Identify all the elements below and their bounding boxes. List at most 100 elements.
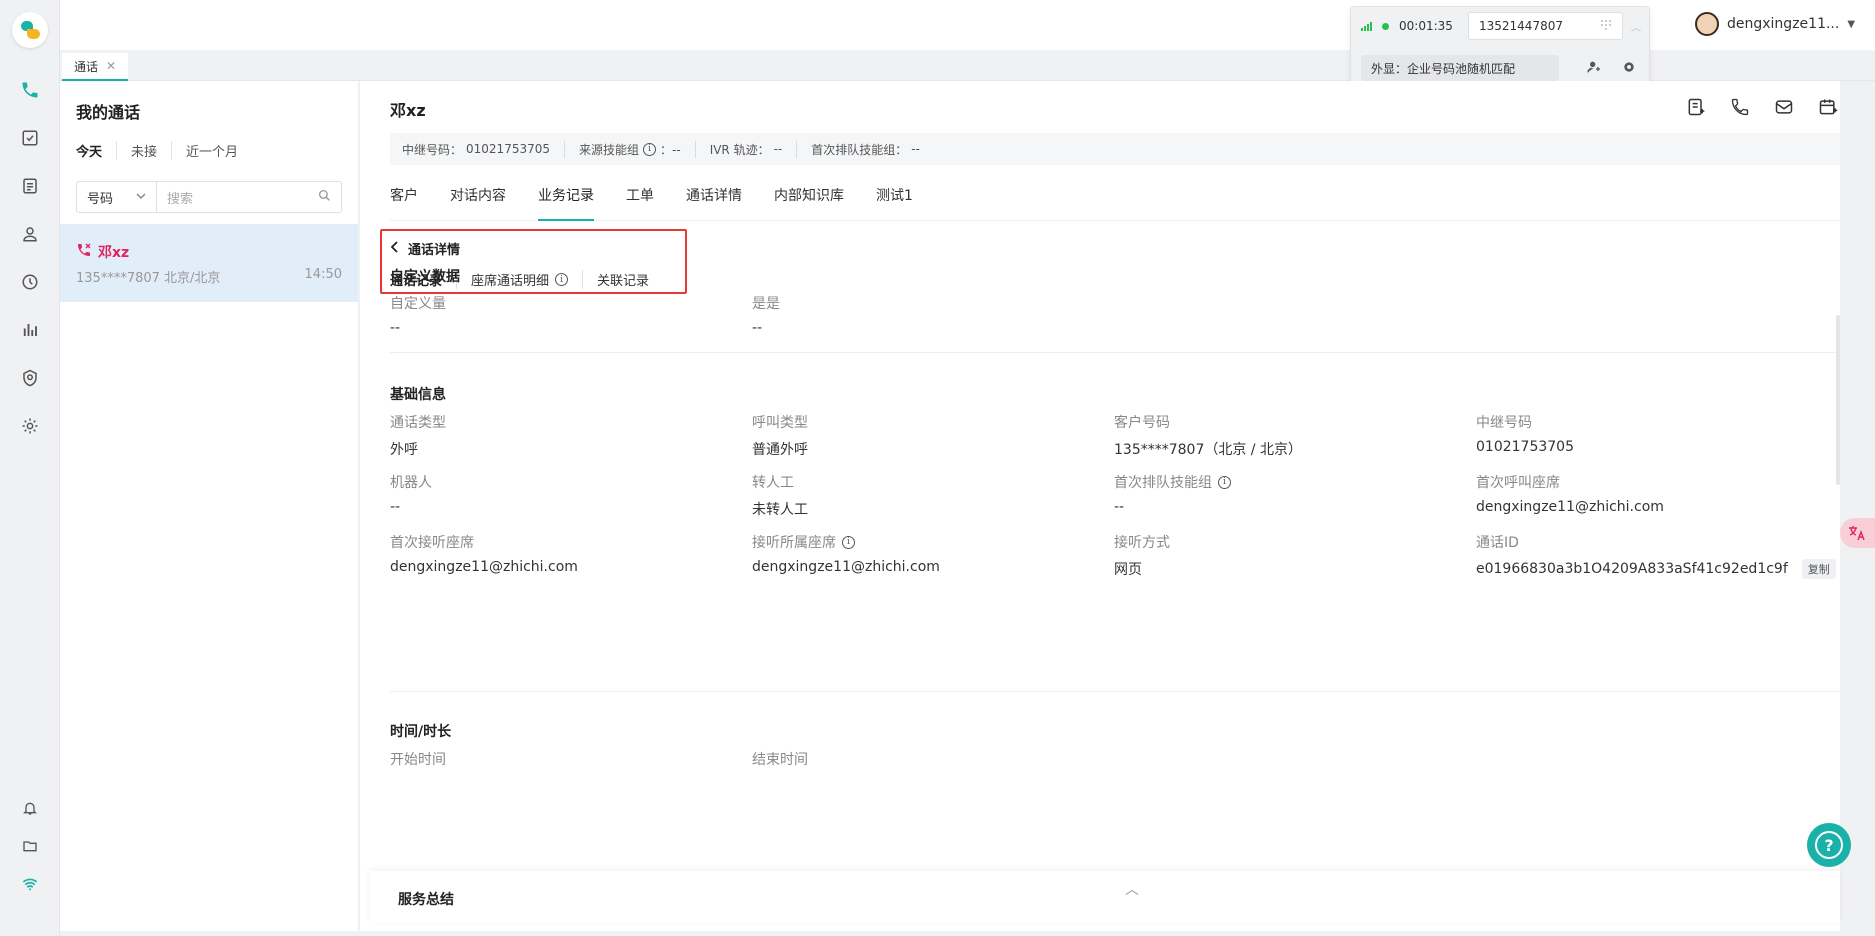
folder-icon[interactable] [18, 834, 42, 858]
user-menu[interactable]: dengxingze11... ▼ [1695, 12, 1855, 36]
field-custom-2: 是是 -- [752, 293, 780, 336]
chevron-down-icon: ▼ [1847, 18, 1856, 30]
document-icon[interactable] [18, 174, 42, 198]
phone-number-input[interactable]: 13521447807 [1468, 12, 1623, 40]
chevron-up-icon[interactable]: ︿ [1125, 879, 1139, 899]
call-icon[interactable] [1728, 95, 1752, 119]
chevron-down-icon [136, 190, 146, 205]
info-icon[interactable]: i [555, 273, 569, 286]
ivr-value: -- [773, 142, 783, 156]
status-dot [1382, 22, 1389, 30]
search-box: 号码 搜索 [76, 181, 342, 213]
tab-conversation[interactable]: 对话内容 [450, 185, 506, 221]
info-icon[interactable]: i [1218, 475, 1231, 489]
filter-today[interactable]: 今天 [76, 141, 116, 160]
tab-business-records[interactable]: 业务记录 [538, 185, 594, 221]
field-value: -- [1114, 499, 1125, 515]
field-call-type: 通话类型 外呼 [390, 412, 446, 459]
first-queue-label: 首次排队技能组： [811, 142, 908, 157]
mail-icon[interactable] [1772, 95, 1796, 119]
field-first-answer-agent: 首次接听座席 dengxingze11@zhichi.com [390, 532, 578, 575]
outbound-display-select[interactable]: 外显：企业号码池随机匹配 [1361, 55, 1559, 81]
subtab-label: 座席通话明细 [471, 274, 550, 289]
field-label: 呼叫类型 [752, 415, 808, 431]
field-dial-type: 呼叫类型 普通外呼 [752, 412, 808, 459]
search-icon[interactable] [318, 189, 331, 206]
field-label: 通话ID [1476, 535, 1519, 551]
field-value: 网页 [1114, 562, 1142, 578]
filter-missed[interactable]: 未接 [116, 141, 171, 160]
service-summary-title: 服务总结 [398, 892, 454, 908]
transfer-icon[interactable] [1586, 59, 1602, 79]
field-value: dengxingze11@zhichi.com [390, 559, 578, 575]
field-value: -- [752, 320, 763, 336]
search-input[interactable]: 搜索 [157, 182, 341, 212]
info-icon[interactable]: i [842, 535, 855, 549]
tab-call-details[interactable]: 通话详情 [686, 185, 742, 221]
section-title-time: 时间/时长 [390, 724, 452, 740]
security-icon[interactable] [18, 366, 42, 390]
call-time: 14:50 [304, 267, 342, 282]
chevron-up-icon[interactable]: ︿ [1631, 19, 1641, 34]
filter-month[interactable]: 近一个月 [171, 141, 252, 160]
call-widget: 00:01:35 13521447807 ︿ 外显：企业号码池随机匹配 [1350, 6, 1650, 88]
tab-calls[interactable]: 通话 ✕ [62, 53, 129, 81]
field-value: 外呼 [390, 442, 418, 458]
field-label: 首次接听座席 [390, 535, 474, 551]
call-id-value[interactable]: e01966830a3b1O4209A833aSf41c92ed1c9f [1476, 561, 1788, 577]
close-icon[interactable]: ✕ [106, 59, 116, 73]
stats-icon[interactable] [18, 318, 42, 342]
field-label: 转人工 [752, 475, 794, 491]
tab-customer[interactable]: 客户 [390, 185, 418, 221]
help-button[interactable]: ? [1807, 823, 1851, 867]
settings-icon[interactable] [18, 414, 42, 438]
bell-icon[interactable] [18, 796, 42, 820]
subtab-related-records[interactable]: 关联记录 [582, 270, 663, 289]
panel-title: 我的通话 [76, 103, 141, 122]
field-first-call-agent: 首次呼叫座席 dengxingze11@zhichi.com [1476, 472, 1664, 515]
tab-knowledge-base[interactable]: 内部知识库 [774, 185, 844, 221]
field-robot: 机器人 -- [390, 472, 432, 515]
info-icon[interactable]: i [643, 142, 657, 156]
dialpad-icon[interactable] [1600, 19, 1612, 34]
app-logo [12, 12, 48, 48]
source-skill-label: 来源技能组 [579, 142, 640, 157]
phone-icon[interactable] [18, 78, 42, 102]
scrollbar[interactable] [1836, 315, 1840, 485]
history-icon[interactable] [18, 270, 42, 294]
back-button[interactable]: 通话详情 [390, 239, 460, 258]
field-custom-1: 自定义量 -- [390, 293, 446, 336]
ivr-label: IVR 轨迹： [709, 142, 770, 157]
field-call-id: 通话ID e01966830a3b1O4209A833aSf41c92ed1c9… [1476, 532, 1836, 579]
tab-test1[interactable]: 测试1 [876, 185, 913, 221]
service-summary-panel: 服务总结 ︿ [370, 871, 1840, 923]
calendar-add-icon[interactable] [1816, 95, 1840, 119]
copy-button[interactable]: 复制 [1801, 559, 1836, 579]
task-icon[interactable] [18, 126, 42, 150]
section-title-basic: 基础信息 [390, 387, 446, 403]
subtab-label: 关联记录 [597, 274, 650, 289]
contact-name: 邓xz [390, 101, 426, 120]
field-label: 是是 [752, 296, 780, 312]
gear-icon[interactable] [1621, 59, 1637, 79]
search-type-value: 号码 [87, 191, 114, 207]
first-queue-value: -- [911, 142, 920, 156]
field-label: 结束时间 [752, 752, 808, 768]
field-label: 接听所属座席 [752, 535, 836, 551]
tab-tickets[interactable]: 工单 [626, 185, 654, 221]
wifi-icon [18, 872, 42, 896]
add-note-icon[interactable] [1684, 95, 1708, 119]
search-type-select[interactable]: 号码 [77, 182, 157, 212]
field-customer-number: 客户号码 135****7807（北京 / 北京） [1114, 412, 1302, 459]
outbound-display-label: 外显：企业号码池随机匹配 [1371, 61, 1516, 76]
contacts-icon[interactable] [18, 222, 42, 246]
field-value: 普通外呼 [752, 442, 808, 458]
avatar [1695, 12, 1719, 36]
translate-icon[interactable] [1840, 518, 1875, 548]
tab-label: 通话 [74, 59, 99, 74]
field-label: 首次呼叫座席 [1476, 475, 1560, 491]
field-answer-agent: 接听所属座席 i dengxingze11@zhichi.com [752, 532, 940, 575]
list-item[interactable]: 邓xz 135****7807 北京/北京 14:50 [60, 224, 358, 302]
call-info-bar: 中继号码： 01021753705 来源技能组 i ：-- IVR 轨迹： -- 首次排… [390, 133, 1840, 165]
subtab-agent-detail[interactable]: 座席通话明细 i [456, 270, 582, 289]
